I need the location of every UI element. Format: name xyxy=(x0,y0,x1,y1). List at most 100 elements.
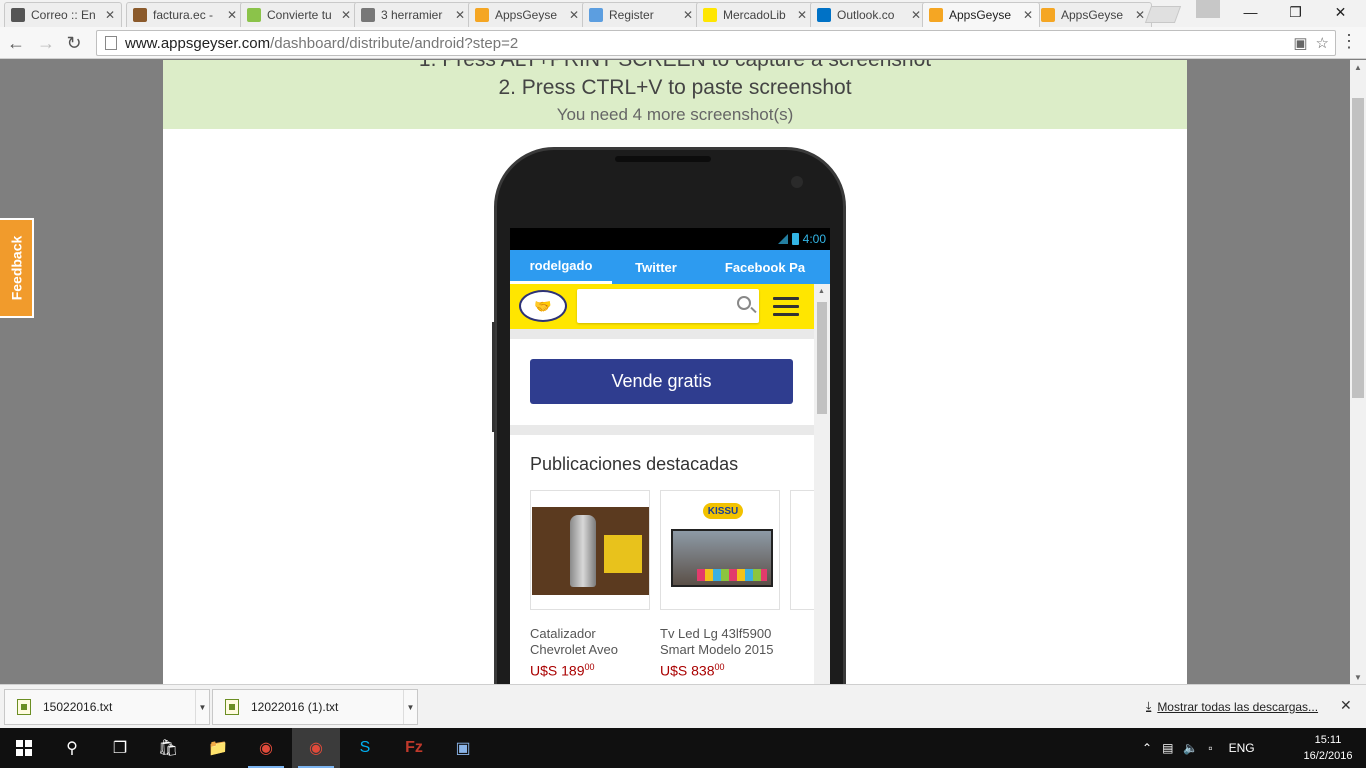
chevron-down-icon[interactable]: ▼ xyxy=(403,690,417,724)
page-info-icon[interactable] xyxy=(105,36,117,50)
close-tab-icon[interactable]: ✕ xyxy=(797,8,807,22)
browser-tab[interactable]: factura.ec - ✕ xyxy=(126,2,244,27)
listing-item[interactable]: KISSU Tv Led Lg 43lf5900 Smart Modelo 20… xyxy=(660,490,780,679)
close-tab-icon[interactable]: ✕ xyxy=(105,8,115,22)
close-tab-icon[interactable]: ✕ xyxy=(227,8,237,22)
listing-name-line1[interactable]: Tv Led Lg 43lf5900 xyxy=(660,626,780,642)
search-icon[interactable]: ⚲ xyxy=(48,728,96,768)
show-all-downloads-label[interactable]: Mostrar todas las descargas... xyxy=(1157,700,1318,714)
action-center-icon[interactable]: ▫ xyxy=(1208,741,1212,755)
page-content: 1. Press ALT+PRINT SCREEN to capture a s… xyxy=(163,60,1187,684)
download-filename[interactable]: 15022016.txt xyxy=(43,700,195,714)
chrome-active-icon[interactable]: ◉ xyxy=(292,728,340,768)
page-scrollbar-thumb[interactable] xyxy=(1352,98,1364,398)
close-tab-icon[interactable]: ✕ xyxy=(341,8,351,22)
phone-camera xyxy=(791,176,803,188)
price-amount: 189 xyxy=(561,662,585,679)
screenshots-remaining-text: You need 4 more screenshot(s) xyxy=(556,105,794,124)
url-text: www.appsgeyser.com/dashboard/distribute/… xyxy=(125,35,518,52)
new-tab-button[interactable] xyxy=(1144,6,1182,23)
skype-icon[interactable]: S xyxy=(341,728,389,768)
chevron-down-icon[interactable]: ▼ xyxy=(195,690,209,724)
bookmark-star-icon[interactable]: ☆ xyxy=(1316,34,1329,52)
sell-free-button[interactable]: Vende gratis xyxy=(530,359,793,404)
download-filename[interactable]: 12022016 (1).txt xyxy=(251,700,403,714)
back-arrow-icon[interactable]: ← xyxy=(4,31,28,55)
minimize-window-icon[interactable]: — xyxy=(1228,0,1273,24)
scroll-down-arrow-icon[interactable]: ▼ xyxy=(1350,670,1366,684)
language-indicator[interactable]: ENG xyxy=(1229,741,1255,755)
browser-tab[interactable]: AppsGeyse ✕ xyxy=(1034,2,1152,27)
address-bar[interactable]: www.appsgeyser.com/dashboard/distribute/… xyxy=(96,30,1336,56)
tab-title: Correo :: En xyxy=(31,8,96,22)
close-tab-icon[interactable]: ✕ xyxy=(1023,8,1033,22)
screenshot-instructions-banner: 1. Press ALT+PRINT SCREEN to capture a s… xyxy=(163,60,1187,129)
close-downloads-bar-icon[interactable]: ✕ xyxy=(1340,697,1352,714)
network-icon[interactable]: ▤ xyxy=(1162,741,1173,755)
close-tab-icon[interactable]: ✕ xyxy=(569,8,579,22)
tab-twitter[interactable]: Twitter xyxy=(612,250,700,284)
filezilla-icon[interactable]: Fz xyxy=(390,728,438,768)
close-tab-icon[interactable]: ✕ xyxy=(1135,8,1145,22)
chrome-icon[interactable]: ◉ xyxy=(242,728,290,768)
close-tab-icon[interactable]: ✕ xyxy=(455,8,465,22)
tab-rodelgado[interactable]: rodelgado xyxy=(510,250,612,284)
download-item[interactable]: 15022016.txt ▼ xyxy=(4,689,210,725)
scroll-up-arrow-icon[interactable]: ▲ xyxy=(1350,60,1366,74)
scroll-up-arrow-icon[interactable]: ▲ xyxy=(818,288,825,295)
show-all-downloads-link[interactable]: ⤓ Mostrar todas las descargas... xyxy=(1146,699,1318,714)
mercadolibre-header: 🤝 xyxy=(510,284,814,329)
windows-logo-icon xyxy=(16,740,32,756)
translate-icon[interactable]: ▣ xyxy=(1293,34,1307,52)
chevron-up-icon[interactable]: ⌃ xyxy=(1142,741,1152,755)
close-tab-icon[interactable]: ✕ xyxy=(911,8,921,22)
listing-image[interactable] xyxy=(530,490,650,610)
profile-icon[interactable] xyxy=(1196,0,1220,18)
close-window-icon[interactable]: ✕ xyxy=(1318,0,1363,24)
feedback-tab[interactable]: Feedback xyxy=(0,218,34,318)
listing-item[interactable]: Catalizador Chevrolet Aveo U$S 18900 xyxy=(530,490,650,679)
browser-tab[interactable]: Outlook.co ✕ xyxy=(810,2,928,27)
listing-image[interactable] xyxy=(790,490,814,610)
appsgeyser-icon xyxy=(1041,8,1055,22)
page-scrollbar[interactable]: ▲ ▼ xyxy=(1350,60,1366,684)
search-icon[interactable] xyxy=(737,296,751,310)
mercadolibre-handshake-logo-icon[interactable]: 🤝 xyxy=(519,290,567,322)
task-view-icon[interactable]: ❐ xyxy=(96,728,144,768)
listing-image[interactable]: KISSU xyxy=(660,490,780,610)
browser-tab[interactable]: Correo :: En ✕ xyxy=(4,2,122,27)
mercadolibre-search-input[interactable] xyxy=(577,289,759,323)
tab-title: 3 herramier xyxy=(381,8,443,22)
listing-name-line1[interactable]: Catalizador xyxy=(530,626,650,642)
start-button[interactable] xyxy=(0,728,48,768)
close-tab-icon[interactable]: ✕ xyxy=(683,8,693,22)
phone-screen[interactable]: 4:00 rodelgado Twitter Facebook Pa 🤝 ▲ V… xyxy=(510,228,830,684)
listing-name-line2[interactable]: Chevrolet Aveo xyxy=(530,642,650,658)
browser-tab[interactable]: Register ✕ xyxy=(582,2,700,27)
browser-tab[interactable]: AppsGeyse ✕ xyxy=(468,2,586,27)
browser-tab[interactable]: 3 herramier ✕ xyxy=(354,2,472,27)
browser-tab[interactable]: Convierte tu ✕ xyxy=(240,2,358,27)
listing-item-partial[interactable] xyxy=(790,490,814,610)
tab-facebook[interactable]: Facebook Pa xyxy=(700,250,830,284)
app-scrollbar-thumb[interactable] xyxy=(817,302,827,414)
volume-icon[interactable]: 🔈 xyxy=(1183,741,1198,755)
file-explorer-icon[interactable]: 📁 xyxy=(194,728,242,768)
browser-tab[interactable]: MercadoLib ✕ xyxy=(696,2,814,27)
reload-icon[interactable]: ↻ xyxy=(62,31,86,55)
restore-window-icon[interactable]: ❐ xyxy=(1273,0,1318,24)
brand-logo: KISSU xyxy=(703,503,743,519)
store-icon[interactable]: 🛍 xyxy=(144,728,192,768)
download-item[interactable]: 12022016 (1).txt ▼ xyxy=(212,689,418,725)
android-status-bar: 4:00 xyxy=(510,228,830,250)
taskbar-clock[interactable]: 15:11 16/2/2016 xyxy=(1298,732,1358,764)
hamburger-menu-icon[interactable] xyxy=(773,297,799,317)
listing-name-line2[interactable]: Smart Modelo 2015 xyxy=(660,642,780,658)
web-page: 1. Press ALT+PRINT SCREEN to capture a s… xyxy=(0,60,1350,684)
virtualbox-icon[interactable]: ▣ xyxy=(439,728,487,768)
app-scrollbar[interactable]: ▲ xyxy=(814,284,830,684)
browser-tab[interactable]: AppsGeyse ✕ xyxy=(922,2,1040,27)
forward-arrow-icon[interactable]: → xyxy=(34,31,58,55)
chrome-menu-icon[interactable]: ⋮ xyxy=(1340,31,1358,52)
converter-icon xyxy=(247,8,261,22)
